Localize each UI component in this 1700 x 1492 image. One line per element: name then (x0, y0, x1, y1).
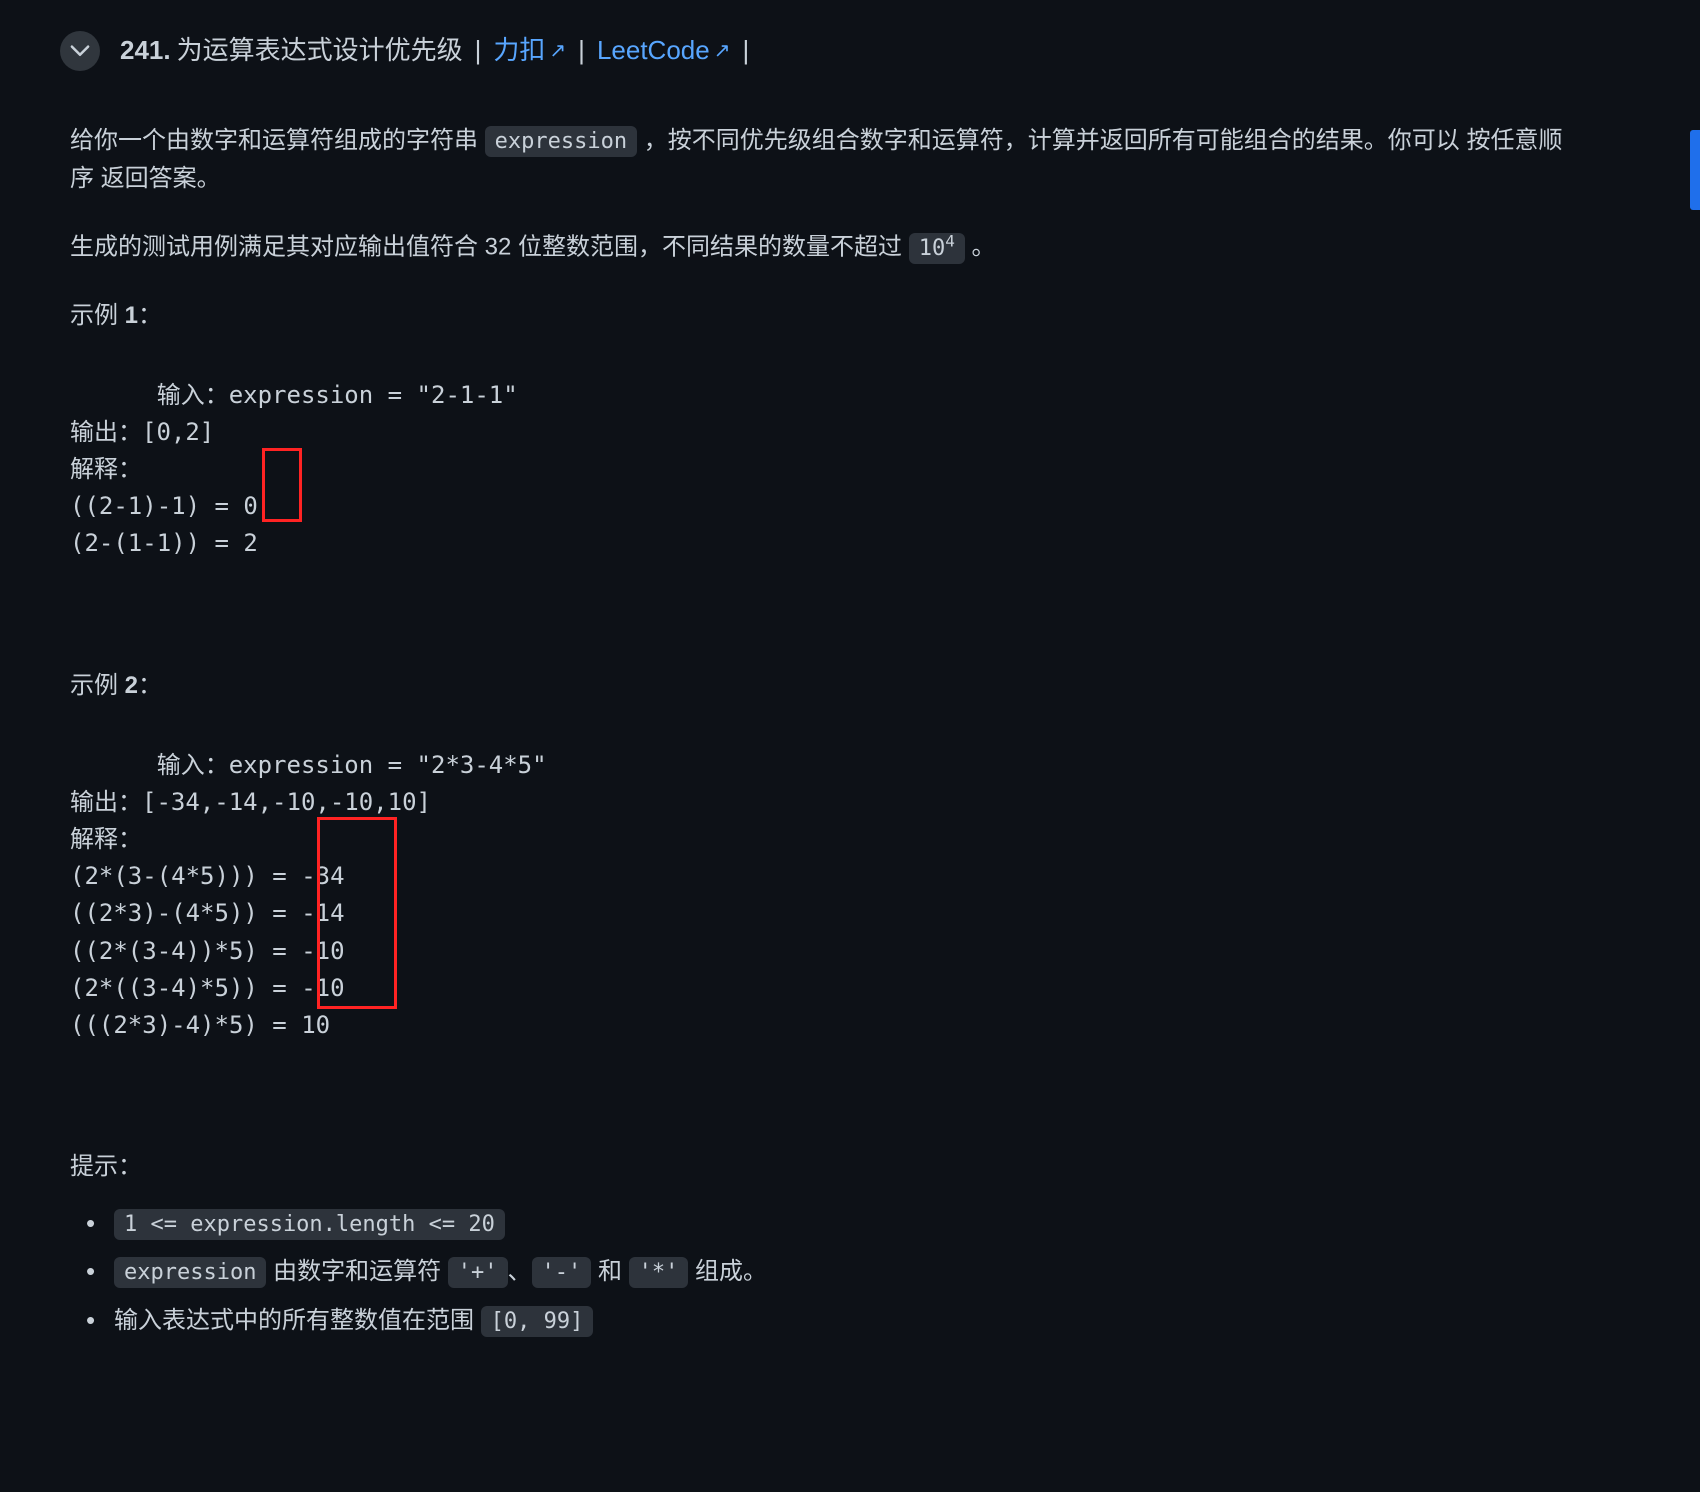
scrollbar-accent (1690, 130, 1700, 210)
text: 和 (591, 1258, 628, 1285)
text: ： (138, 302, 162, 329)
external-link-icon: ↗ (714, 35, 731, 67)
text: 给你一个由数字和运算符组成的字符串 (70, 127, 485, 154)
code-block: 输入：expression = "2*3-4*5" 输出：[-34,-14,-1… (70, 751, 547, 1039)
code-token: expression (114, 1257, 266, 1288)
example-2-block: 输入：expression = "2*3-4*5" 输出：[-34,-14,-1… (70, 709, 1580, 1118)
code-block: 输入：expression = "2-1-1" 输出：[0,2] 解释： ((2… (70, 381, 518, 558)
hint-item-2: expression 由数字和运算符 '+'、'-' 和 '*' 组成。 (86, 1253, 1580, 1291)
link-label: 力扣 (493, 30, 545, 72)
code-expression: expression (485, 126, 637, 157)
link-label: LeetCode (597, 30, 710, 72)
text: ： (138, 672, 162, 699)
description-paragraph-2: 生成的测试用例满足其对应输出值符合 32 位整数范围，不同结果的数量不超过 10… (70, 228, 1580, 267)
problem-number: 241. (120, 30, 171, 72)
code-token: '+' (448, 1257, 508, 1288)
separator: | (742, 30, 749, 72)
problem-header: 241. 为运算表达式设计优先级 | 力扣 ↗ | LeetCode ↗ | (60, 30, 1580, 72)
external-link-icon: ↗ (549, 35, 566, 67)
text: 输入表达式中的所有整数值在范围 (114, 1307, 481, 1334)
text: 由数字和运算符 (266, 1258, 447, 1285)
example-1-label: 示例 1： (70, 297, 1580, 335)
separator: | (475, 30, 482, 72)
text: 10 (919, 236, 946, 261)
problem-container: 241. 为运算表达式设计优先级 | 力扣 ↗ | LeetCode ↗ | 给… (0, 0, 1620, 1390)
code-token: '-' (532, 1257, 592, 1288)
text-bold: 1 (125, 302, 138, 329)
example-2-label: 示例 2： (70, 667, 1580, 705)
hints-label: 提示： (70, 1148, 1580, 1186)
separator: | (578, 30, 585, 72)
hint-item-1: 1 <= expression.length <= 20 (86, 1205, 1580, 1243)
code-range: [0, 99] (481, 1306, 594, 1337)
leetcode-link[interactable]: LeetCode ↗ (597, 30, 731, 72)
highlight-box (262, 448, 302, 522)
text: 组成。 (688, 1258, 767, 1285)
text: 。 (965, 234, 996, 261)
hints-list: 1 <= expression.length <= 20 expression … (70, 1205, 1580, 1340)
superscript: 4 (945, 231, 955, 250)
text: 生成的测试用例满足其对应输出值符合 32 位整数范围，不同结果的数量不超过 (70, 234, 909, 261)
title-line: 241. 为运算表达式设计优先级 | 力扣 ↗ | LeetCode ↗ | (120, 30, 755, 72)
collapse-button[interactable] (60, 31, 100, 71)
text: 示例 (70, 672, 125, 699)
hint-item-3: 输入表达式中的所有整数值在范围 [0, 99] (86, 1302, 1580, 1340)
problem-title: 为运算表达式设计优先级 (177, 30, 463, 72)
code-limit: 104 (909, 233, 965, 264)
code-token: '*' (629, 1257, 689, 1288)
text: 、 (508, 1258, 532, 1285)
code-constraint: 1 <= expression.length <= 20 (114, 1209, 505, 1240)
problem-content: 给你一个由数字和运算符组成的字符串 expression ，按不同优先级组合数字… (60, 122, 1580, 1340)
description-paragraph-1: 给你一个由数字和运算符组成的字符串 expression ，按不同优先级组合数字… (70, 122, 1580, 199)
text-bold: 2 (125, 672, 138, 699)
leetcode-cn-link[interactable]: 力扣 ↗ (493, 30, 566, 72)
text: 示例 (70, 302, 125, 329)
chevron-down-icon (70, 41, 90, 61)
example-1-block: 输入：expression = "2-1-1" 输出：[0,2] 解释： ((2… (70, 339, 1580, 637)
